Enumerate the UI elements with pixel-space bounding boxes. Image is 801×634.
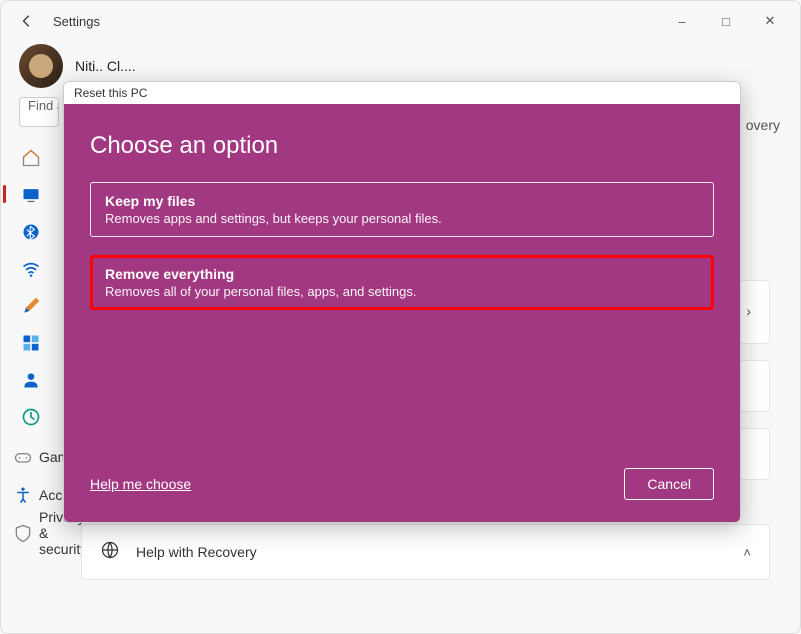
apps-icon[interactable] [13, 327, 49, 359]
maximize-button[interactable]: □ [704, 5, 748, 37]
accessibility-icon [13, 479, 33, 511]
window-title: Settings [53, 14, 100, 29]
system-icon[interactable] [13, 179, 49, 211]
time-language-icon[interactable] [13, 401, 49, 433]
back-button[interactable] [9, 3, 45, 39]
search-input[interactable]: Find a [19, 97, 59, 127]
sidebar-item-gaming[interactable]: Gaming [13, 438, 61, 476]
user-name: Niti.. Cl.... [75, 58, 136, 74]
personalization-icon[interactable] [13, 290, 49, 322]
sidebar: Gaming Accessibility Privacy & security [1, 137, 61, 580]
close-button[interactable]: ✕ [748, 5, 792, 37]
accounts-icon[interactable] [13, 364, 49, 396]
home-icon[interactable] [13, 142, 49, 174]
gaming-icon [13, 441, 33, 473]
truncated-text: overy [746, 117, 780, 133]
chevron-up-icon: ˄ [743, 545, 751, 560]
privacy-icon [13, 517, 33, 549]
option-keep-my-files[interactable]: Keep my files Removes apps and settings,… [90, 182, 714, 237]
titlebar: Settings – □ ✕ [1, 1, 800, 41]
chevron-right-icon: › [746, 303, 751, 319]
dialog-title: Reset this PC [64, 82, 740, 104]
dialog-heading: Choose an option [90, 132, 714, 160]
option-title: Remove everything [105, 266, 699, 282]
bluetooth-icon[interactable] [13, 216, 49, 248]
reset-pc-dialog: Reset this PC Choose an option Keep my f… [63, 81, 741, 523]
sidebar-item-privacy[interactable]: Privacy & security [13, 514, 61, 552]
help-me-choose-link[interactable]: Help me choose [90, 476, 191, 492]
option-title: Keep my files [105, 193, 699, 209]
avatar[interactable] [19, 44, 63, 88]
globe-icon [100, 540, 120, 565]
option-description: Removes all of your personal files, apps… [105, 284, 699, 299]
option-description: Removes apps and settings, but keeps you… [105, 211, 699, 226]
help-recovery-label: Help with Recovery [136, 544, 727, 560]
option-remove-everything[interactable]: Remove everything Removes all of your pe… [90, 255, 714, 310]
network-icon[interactable] [13, 253, 49, 285]
help-recovery-panel[interactable]: Help with Recovery ˄ [81, 524, 770, 580]
cancel-button[interactable]: Cancel [624, 468, 714, 500]
minimize-button[interactable]: – [660, 5, 704, 37]
